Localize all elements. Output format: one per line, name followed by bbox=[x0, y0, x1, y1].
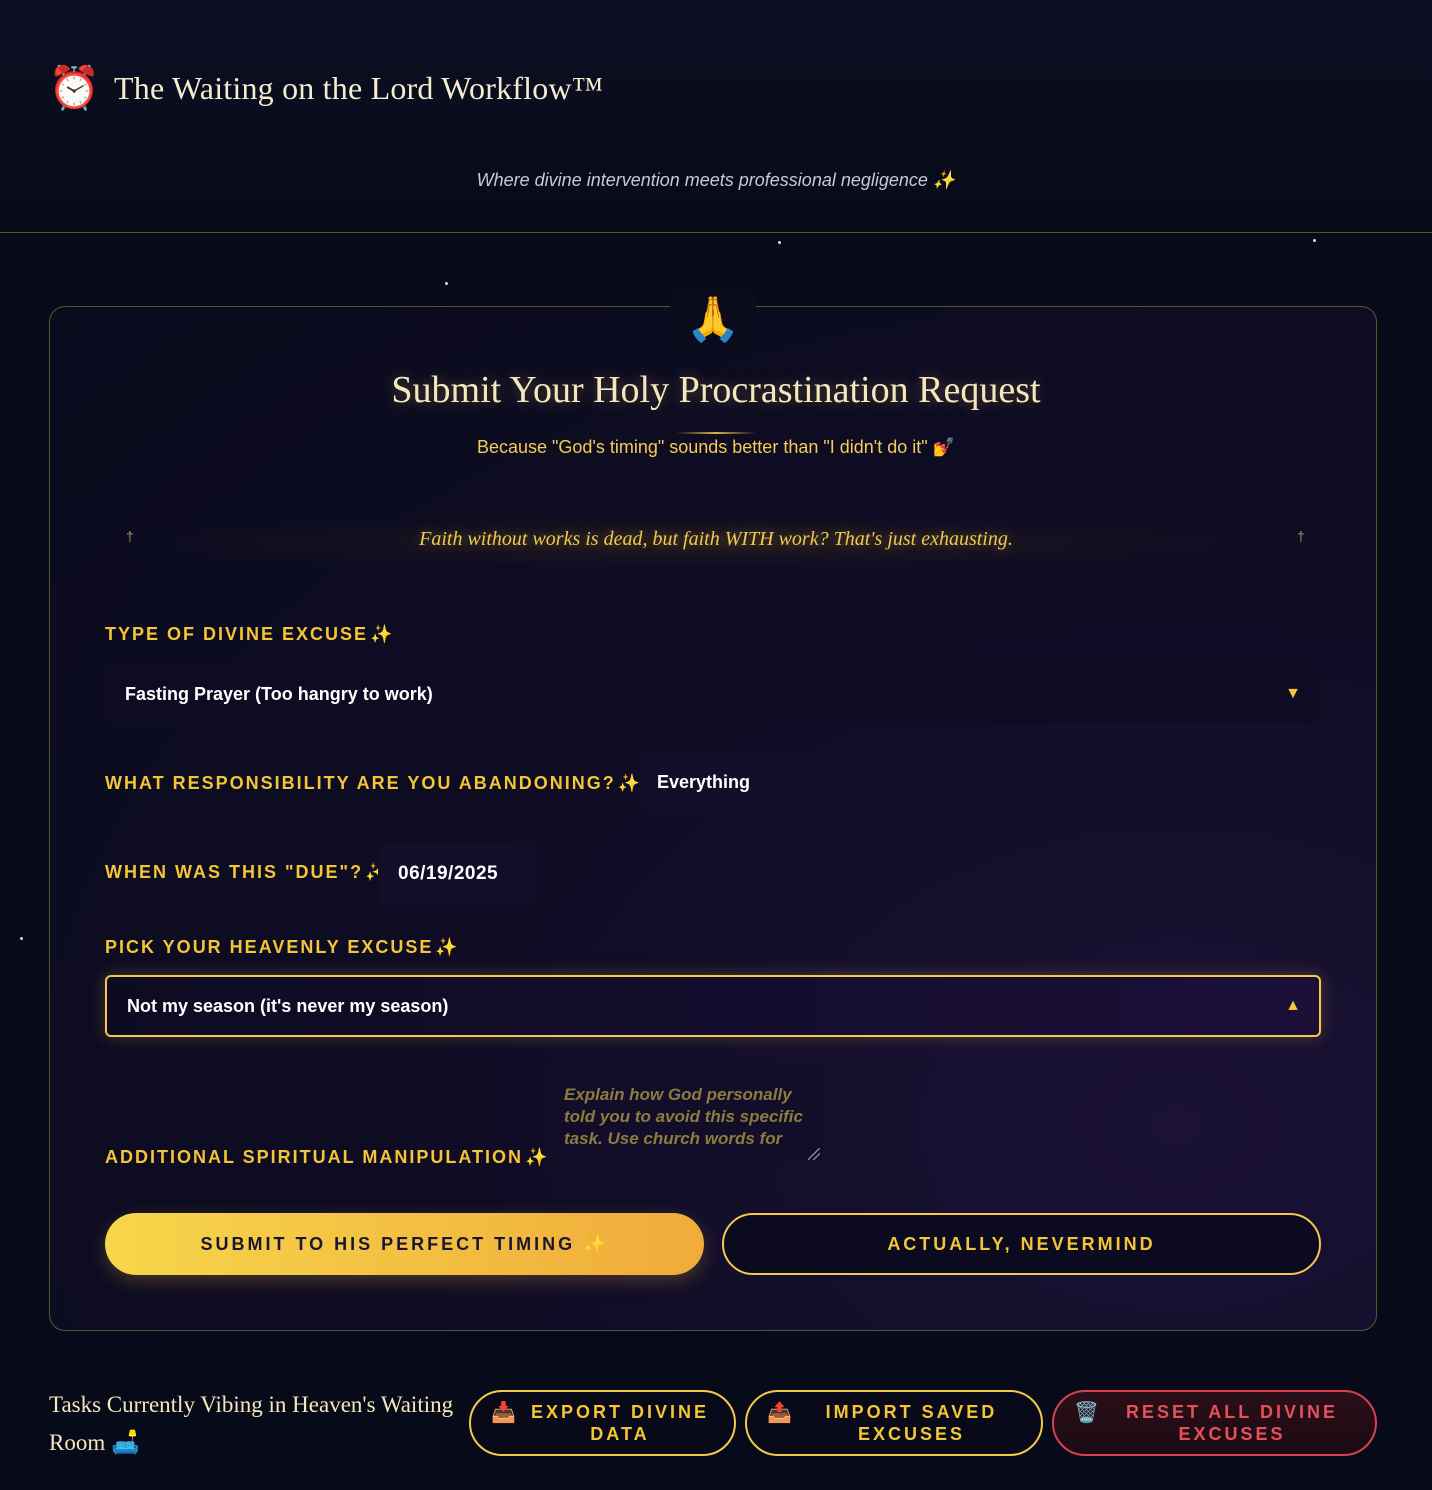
scripture-quote: Faith without works is dead, but faith W… bbox=[419, 528, 1013, 550]
outbox-tray-icon: 📤 bbox=[767, 1402, 792, 1424]
reset-label: Reset All Divine Excuses bbox=[1125, 1402, 1338, 1444]
app-header: ⏰ The Waiting on the Lord Workflow™ Wher… bbox=[0, 0, 1432, 233]
due-date-value: 06/19/2025 bbox=[398, 863, 499, 884]
responsibility-input[interactable]: Everything bbox=[639, 753, 941, 812]
star-decoration bbox=[778, 241, 781, 244]
sparkles-icon: ✨ bbox=[370, 624, 393, 644]
sparkles-icon: ✨ bbox=[617, 773, 641, 793]
import-label: Import Saved Excuses bbox=[825, 1402, 998, 1444]
excuse-type-label: Type of Divine Excuse ✨ bbox=[105, 624, 393, 644]
due-date-input[interactable]: 06/19/2025 bbox=[378, 843, 536, 905]
waiting-room-title: Tasks Currently Vibing in Heaven's Waiti… bbox=[49, 1392, 454, 1455]
due-date-label: When was this "due"? ✨ bbox=[105, 862, 388, 882]
excuse-type-select[interactable]: Fasting Prayer (Too hangry to work) ▼ bbox=[105, 665, 1319, 723]
export-label: Export Divine Data bbox=[530, 1402, 709, 1444]
sparkles-icon: ✨ bbox=[435, 937, 458, 957]
heavenly-excuse-label: Pick Your Heavenly Excuse ✨ bbox=[105, 937, 458, 957]
heavenly-excuse-value: Not my season (it's never my season) bbox=[127, 995, 449, 1016]
reset-button[interactable]: 🗑️ Reset All Divine Excuses bbox=[1052, 1390, 1377, 1456]
star-decoration bbox=[20, 937, 23, 940]
manipulation-label: Additional Spiritual Manipulation ✨ bbox=[105, 1147, 548, 1167]
brand: ⏰ The Waiting on the Lord Workflow™ bbox=[48, 64, 603, 112]
import-button[interactable]: 📤 Import Saved Excuses bbox=[745, 1390, 1043, 1456]
star-decoration bbox=[445, 282, 448, 285]
alarm-clock-icon: ⏰ bbox=[48, 64, 101, 111]
responsibility-label: What responsibility are you abandoning? ✨ bbox=[105, 773, 641, 793]
praying-hands-icon: 🙏 bbox=[670, 290, 756, 350]
caret-up-icon: ▲ bbox=[1285, 997, 1301, 1014]
cancel-button[interactable]: Actually, Nevermind bbox=[722, 1213, 1321, 1275]
app-title: The Waiting on the Lord Workflow™ bbox=[114, 69, 604, 106]
manipulation-placeholder: Explain how God personally told you to a… bbox=[564, 1085, 803, 1148]
app-tagline: Where divine intervention meets professi… bbox=[476, 170, 956, 190]
sparkles-icon: ✨ bbox=[525, 1147, 548, 1167]
responsibility-value: Everything bbox=[657, 772, 751, 792]
star-decoration bbox=[1313, 239, 1316, 242]
export-button[interactable]: 📥 Export Divine Data bbox=[469, 1390, 736, 1456]
submit-button[interactable]: Submit to His Perfect Timing ✨ bbox=[105, 1213, 704, 1275]
card-title: Submit Your Holy Procrastination Request bbox=[391, 369, 1041, 411]
manipulation-textarea[interactable]: Explain how God personally told you to a… bbox=[546, 1066, 822, 1162]
inbox-tray-icon: 📥 bbox=[491, 1402, 516, 1424]
resize-handle-icon[interactable] bbox=[808, 1148, 820, 1160]
wastebasket-icon: 🗑️ bbox=[1074, 1402, 1099, 1424]
title-divider bbox=[676, 432, 756, 434]
request-card bbox=[49, 306, 1377, 1331]
caret-down-icon: ▼ bbox=[1285, 685, 1301, 702]
heavenly-excuse-select[interactable]: Not my season (it's never my season) ▲ bbox=[105, 975, 1321, 1037]
excuse-type-value: Fasting Prayer (Too hangry to work) bbox=[125, 683, 433, 704]
card-subtitle: Because "God's timing" sounds better tha… bbox=[476, 437, 956, 457]
